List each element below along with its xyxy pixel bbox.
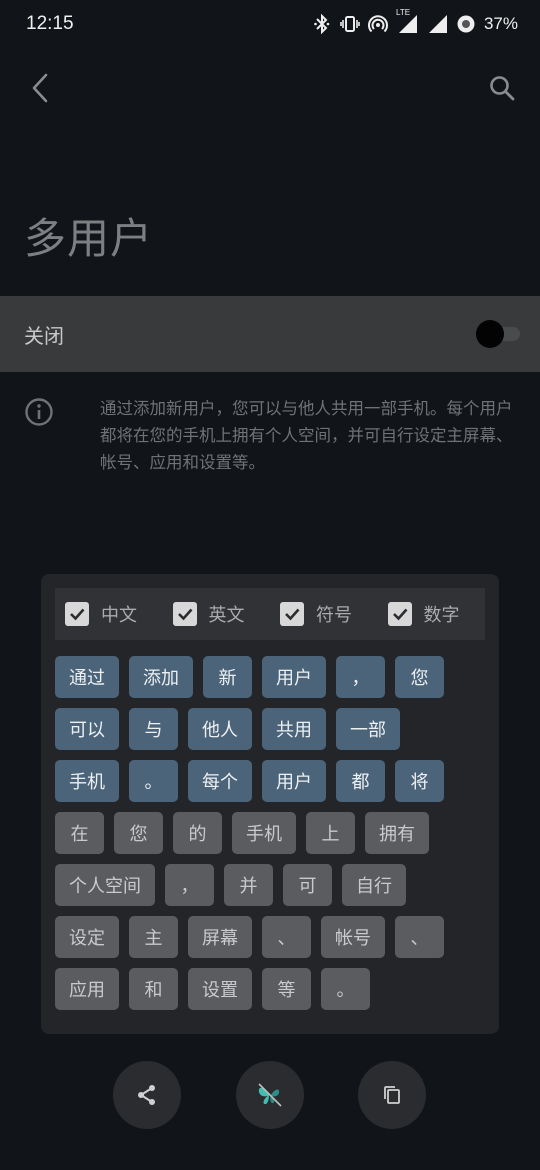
word-chip-selected[interactable]: 都 <box>336 760 385 802</box>
word-chip-selected[interactable]: 添加 <box>129 656 193 698</box>
word-chip-selected[interactable]: 。 <box>129 760 178 802</box>
vibrate-icon <box>340 14 360 34</box>
chip-row: 可以与他人 共用 一部 <box>55 708 485 750</box>
word-chip[interactable]: 、 <box>395 916 444 958</box>
network-type-label: LTE <box>395 8 411 17</box>
info-text: 通过添加新用户，您可以与他人共用一部手机。每个用户都将在您的手机上拥有个人空间，… <box>100 399 513 472</box>
word-chip[interactable]: 、 <box>262 916 311 958</box>
filter-chinese[interactable]: 中文 <box>55 601 163 627</box>
word-chip-selected[interactable]: 每个 <box>188 760 252 802</box>
word-chip[interactable]: ， <box>165 864 214 906</box>
filter-label: 符号 <box>316 605 352 626</box>
signal-icon: LTE <box>396 8 420 34</box>
chip-row: 手机。每个 用户都将 <box>55 760 485 802</box>
filter-label: 英文 <box>208 605 245 626</box>
multi-user-switch[interactable] <box>476 320 522 348</box>
page-title: 多用户 <box>24 214 154 263</box>
word-chip[interactable]: 手机 <box>232 812 296 854</box>
filter-symbols[interactable]: 符号 <box>270 601 378 627</box>
word-chip-selected[interactable]: 通过 <box>55 656 119 698</box>
word-chip[interactable]: 并 <box>224 864 273 906</box>
switch-thumb <box>476 320 504 348</box>
word-chip-selected[interactable]: 用户 <box>262 760 326 802</box>
word-chip-selected[interactable]: 新 <box>203 656 252 698</box>
filter-english[interactable]: 英文 <box>163 601 271 627</box>
checkbox-checked-icon <box>387 602 412 626</box>
word-chip-selected[interactable]: ， <box>336 656 385 698</box>
word-chip[interactable]: 。 <box>321 968 370 1010</box>
word-chip[interactable]: 主 <box>129 916 178 958</box>
status-time: 12:15 <box>26 13 74 34</box>
battery-saver-icon <box>456 14 476 34</box>
word-segmentation-panel: 中文 英文 符号 数字 通过 添加新用户，您可以与他人 共用 一部 手机。每个 用户都将在… <box>41 574 499 1034</box>
toggle-label: 关闭 <box>24 323 64 348</box>
filter-numbers[interactable]: 数字 <box>378 601 486 627</box>
word-chip-selected[interactable]: 将 <box>395 760 444 802</box>
hotspot-icon <box>367 14 388 34</box>
chip-row: 个人空间，并可自行 <box>55 864 485 906</box>
chip-row: 在您的手机上拥有 <box>55 812 485 854</box>
word-chip-selected[interactable]: 与 <box>129 708 178 750</box>
chevron-left-icon <box>32 73 48 103</box>
word-chip-selected[interactable]: 您 <box>395 656 444 698</box>
word-chip-selected[interactable]: 共用 <box>262 708 326 750</box>
word-chip-selected[interactable]: 可以 <box>55 708 119 750</box>
word-chip-selected[interactable]: 他人 <box>188 708 252 750</box>
filter-label: 中文 <box>101 605 137 626</box>
word-chip[interactable]: 和 <box>129 968 178 1010</box>
search-button[interactable] <box>482 68 522 108</box>
word-chip-grid: 通过 添加新用户，您可以与他人 共用 一部 手机。每个 用户都将在您的手机上拥有 个人空间，… <box>55 656 485 1020</box>
info-icon <box>25 398 53 426</box>
word-chip[interactable]: 屏幕 <box>188 916 252 958</box>
share-button[interactable] <box>113 1061 181 1129</box>
word-chip[interactable]: 设置 <box>188 968 252 1010</box>
word-chip[interactable]: 拥有 <box>365 812 429 854</box>
chip-row: 通过 添加新用户，您 <box>55 656 485 698</box>
filter-label: 数字 <box>423 605 460 626</box>
word-chip[interactable]: 自行 <box>342 864 406 906</box>
info-section: 通过添加新用户，您可以与他人共用一部手机。每个用户都将在您的手机上拥有个人空间，… <box>24 395 524 476</box>
filter-bar: 中文 英文 符号 数字 <box>55 588 485 640</box>
word-chip[interactable]: 设定 <box>55 916 119 958</box>
copy-icon <box>384 1086 400 1104</box>
word-chip[interactable]: 上 <box>306 812 355 854</box>
word-chip-selected[interactable]: 用户 <box>262 656 326 698</box>
search-selected-button[interactable] <box>236 1061 304 1129</box>
multi-user-toggle-row[interactable]: 关闭 <box>0 296 540 372</box>
word-chip[interactable]: 等 <box>262 968 311 1010</box>
word-chip-selected[interactable]: 一部 <box>336 708 400 750</box>
chip-row: 应用和设置等。 <box>55 968 485 1010</box>
status-bar: 12:15 LTE 37% <box>0 0 540 48</box>
search-icon <box>490 76 515 101</box>
share-icon <box>138 1085 155 1105</box>
checkbox-checked-icon <box>65 602 89 626</box>
app-bar <box>0 62 540 112</box>
back-button[interactable] <box>24 68 56 108</box>
word-chip[interactable]: 的 <box>173 812 222 854</box>
copy-button[interactable] <box>358 1061 426 1129</box>
checkbox-checked-icon <box>172 602 197 626</box>
chip-row: 设定主屏幕、帐号、 <box>55 916 485 958</box>
word-chip[interactable]: 可 <box>283 864 332 906</box>
butterfly-search-icon <box>258 1083 282 1107</box>
checkbox-checked-icon <box>280 602 304 626</box>
word-chip[interactable]: 您 <box>114 812 163 854</box>
word-chip[interactable]: 在 <box>55 812 104 854</box>
word-chip[interactable]: 应用 <box>55 968 119 1010</box>
word-chip[interactable]: 帐号 <box>321 916 385 958</box>
word-chip[interactable]: 个人空间 <box>55 864 155 906</box>
word-chip-selected[interactable]: 手机 <box>55 760 119 802</box>
battery-percent: 37% <box>483 14 518 33</box>
wifi-signal-icon <box>428 14 448 34</box>
bluetooth-icon <box>312 14 332 34</box>
